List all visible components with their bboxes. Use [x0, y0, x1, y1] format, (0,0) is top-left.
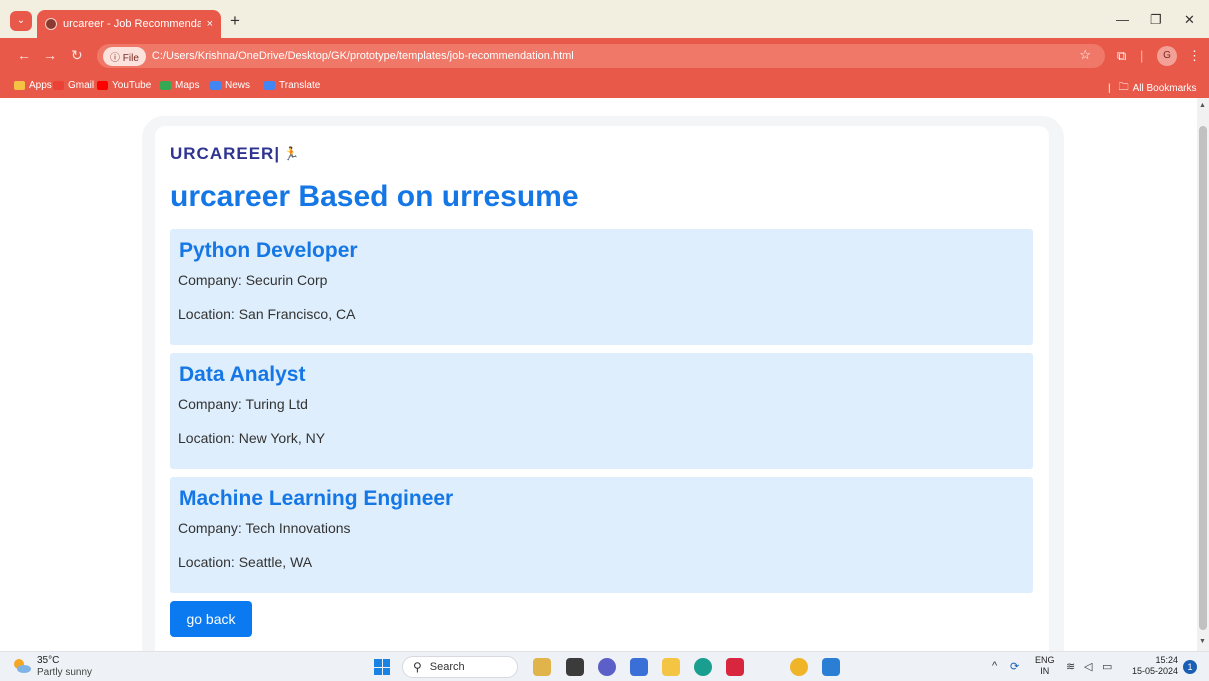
folder-icon: 🗀 — [1118, 82, 1129, 93]
active-tab[interactable]: urcareer - Job Recommendatio × — [37, 10, 221, 38]
tab-search-button[interactable]: ⌄ — [10, 11, 32, 31]
system-clock[interactable]: 15:24 15-05-2024 — [1128, 655, 1178, 677]
search-placeholder: Search — [429, 661, 465, 673]
scroll-thumb[interactable] — [1199, 126, 1207, 630]
file-explorer-icon[interactable] — [662, 658, 680, 676]
apps-grid-icon — [14, 81, 25, 90]
job-company: Company: Securin Corp — [178, 272, 328, 288]
search-icon: ⚲ — [413, 660, 422, 674]
tab-close-icon[interactable]: × — [207, 18, 213, 30]
tab-bar: ⌄ urcareer - Job Recommendatio × + — ❐ ✕ — [0, 0, 1209, 38]
menu-kebab-icon[interactable]: ⋮ — [1188, 48, 1201, 64]
chrome-icon[interactable] — [790, 658, 808, 676]
weather-description[interactable]: Partly sunny — [37, 667, 92, 678]
wifi-icon[interactable]: ≋ — [1066, 660, 1075, 673]
job-company: Company: Tech Innovations — [178, 520, 351, 536]
runner-icon: 🏃 — [283, 146, 301, 161]
volume-icon[interactable]: ◁ — [1084, 660, 1092, 673]
bookmark-maps[interactable]: Maps — [160, 80, 199, 91]
gmail-icon — [53, 81, 64, 90]
job-company: Company: Turing Ltd — [178, 396, 308, 412]
globe-icon — [45, 18, 57, 30]
bookmarks-bar: Apps Gmail YouTube Maps News Translate |… — [0, 74, 1209, 98]
job-location: Location: San Francisco, CA — [178, 306, 356, 322]
edge-icon[interactable] — [694, 658, 712, 676]
job-card: Machine Learning Engineer Company: Tech … — [170, 477, 1033, 593]
translate-icon — [264, 81, 275, 90]
job-title: Machine Learning Engineer — [179, 487, 454, 510]
bookmark-translate[interactable]: Translate — [264, 80, 320, 91]
bookmarks-divider: | — [1108, 83, 1111, 94]
url-text[interactable]: C:/Users/Krishna/OneDrive/Desktop/GK/pro… — [152, 50, 574, 62]
minimize-icon[interactable]: — — [1116, 12, 1129, 27]
tab-title: urcareer - Job Recommendatio — [63, 18, 201, 30]
bookmark-gmail[interactable]: Gmail — [53, 80, 94, 91]
back-arrow-icon[interactable]: ← — [17, 47, 31, 63]
forward-arrow-icon[interactable]: → — [43, 47, 57, 63]
bookmark-news[interactable]: News — [210, 80, 250, 91]
maps-icon — [160, 81, 171, 90]
job-location: Location: Seattle, WA — [178, 554, 313, 570]
mcafee-icon[interactable] — [726, 658, 744, 676]
store-icon[interactable] — [630, 658, 648, 676]
vscode-icon[interactable] — [822, 658, 840, 676]
site-logo[interactable]: URCAREER | 🏃 — [170, 144, 300, 164]
tray-overflow-icon[interactable]: ^ — [992, 660, 997, 672]
toolbar-divider: | — [1140, 48, 1144, 63]
page-viewport: URCAREER | 🏃 urcareer Based on urresume Py… — [0, 98, 1197, 651]
all-bookmarks[interactable]: | 🗀 All Bookmarks — [1108, 80, 1197, 97]
profile-avatar[interactable]: G — [1157, 46, 1177, 66]
logo-divider: | — [274, 144, 281, 163]
notification-badge[interactable]: 1 — [1183, 660, 1197, 674]
bookmark-youtube[interactable]: YouTube — [97, 80, 151, 91]
language-indicator[interactable]: ENG IN — [1035, 655, 1055, 677]
page-title: urcareer Based on urresume — [170, 180, 579, 213]
windows-start-icon[interactable] — [374, 659, 390, 675]
go-back-button[interactable]: go back — [170, 601, 252, 637]
copilot-app-icon[interactable] — [533, 658, 551, 676]
youtube-icon — [97, 81, 108, 90]
teams-chat-icon[interactable] — [598, 658, 616, 676]
battery-icon[interactable]: ▭ — [1102, 660, 1112, 673]
job-card: Data Analyst Company: Turing Ltd Locatio… — [170, 353, 1033, 469]
job-location: Location: New York, NY — [178, 430, 326, 446]
taskbar-search[interactable]: ⚲ Search — [402, 656, 518, 678]
job-title: Python Developer — [179, 239, 358, 262]
task-view-icon[interactable] — [566, 658, 584, 676]
weather-temperature[interactable]: 35°C — [37, 655, 59, 666]
partly-sunny-icon — [14, 659, 31, 673]
address-bar[interactable]: ⓘ File C:/Users/Krishna/OneDrive/Desktop… — [97, 44, 1105, 68]
sync-icon[interactable]: ⟳ — [1010, 660, 1019, 673]
scroll-up-icon[interactable]: ▲ — [1199, 102, 1206, 109]
browser-toolbar: ← → ↻ ⓘ File C:/Users/Krishna/OneDrive/D… — [0, 38, 1209, 74]
bookmark-star-icon[interactable]: ☆ — [1079, 47, 1091, 63]
page-scrollbar[interactable]: ▲ ▼ — [1197, 98, 1209, 651]
site-info-chip[interactable]: ⓘ File — [103, 46, 146, 66]
taskbar: 35°C Partly sunny ⚲ Search ^ ⟳ ENG IN ≋ … — [0, 651, 1209, 681]
bookmark-apps[interactable]: Apps — [14, 80, 52, 91]
restore-icon[interactable]: ❐ — [1150, 12, 1162, 28]
news-icon — [210, 81, 221, 90]
job-card: Python Developer Company: Securin Corp L… — [170, 229, 1033, 345]
scroll-down-icon[interactable]: ▼ — [1199, 638, 1206, 645]
reload-icon[interactable]: ↻ — [71, 47, 83, 64]
window-close-icon[interactable]: ✕ — [1184, 12, 1195, 28]
job-title: Data Analyst — [179, 363, 306, 386]
new-tab-button[interactable]: + — [230, 12, 240, 30]
extensions-icon[interactable]: ⧉ — [1117, 48, 1126, 64]
